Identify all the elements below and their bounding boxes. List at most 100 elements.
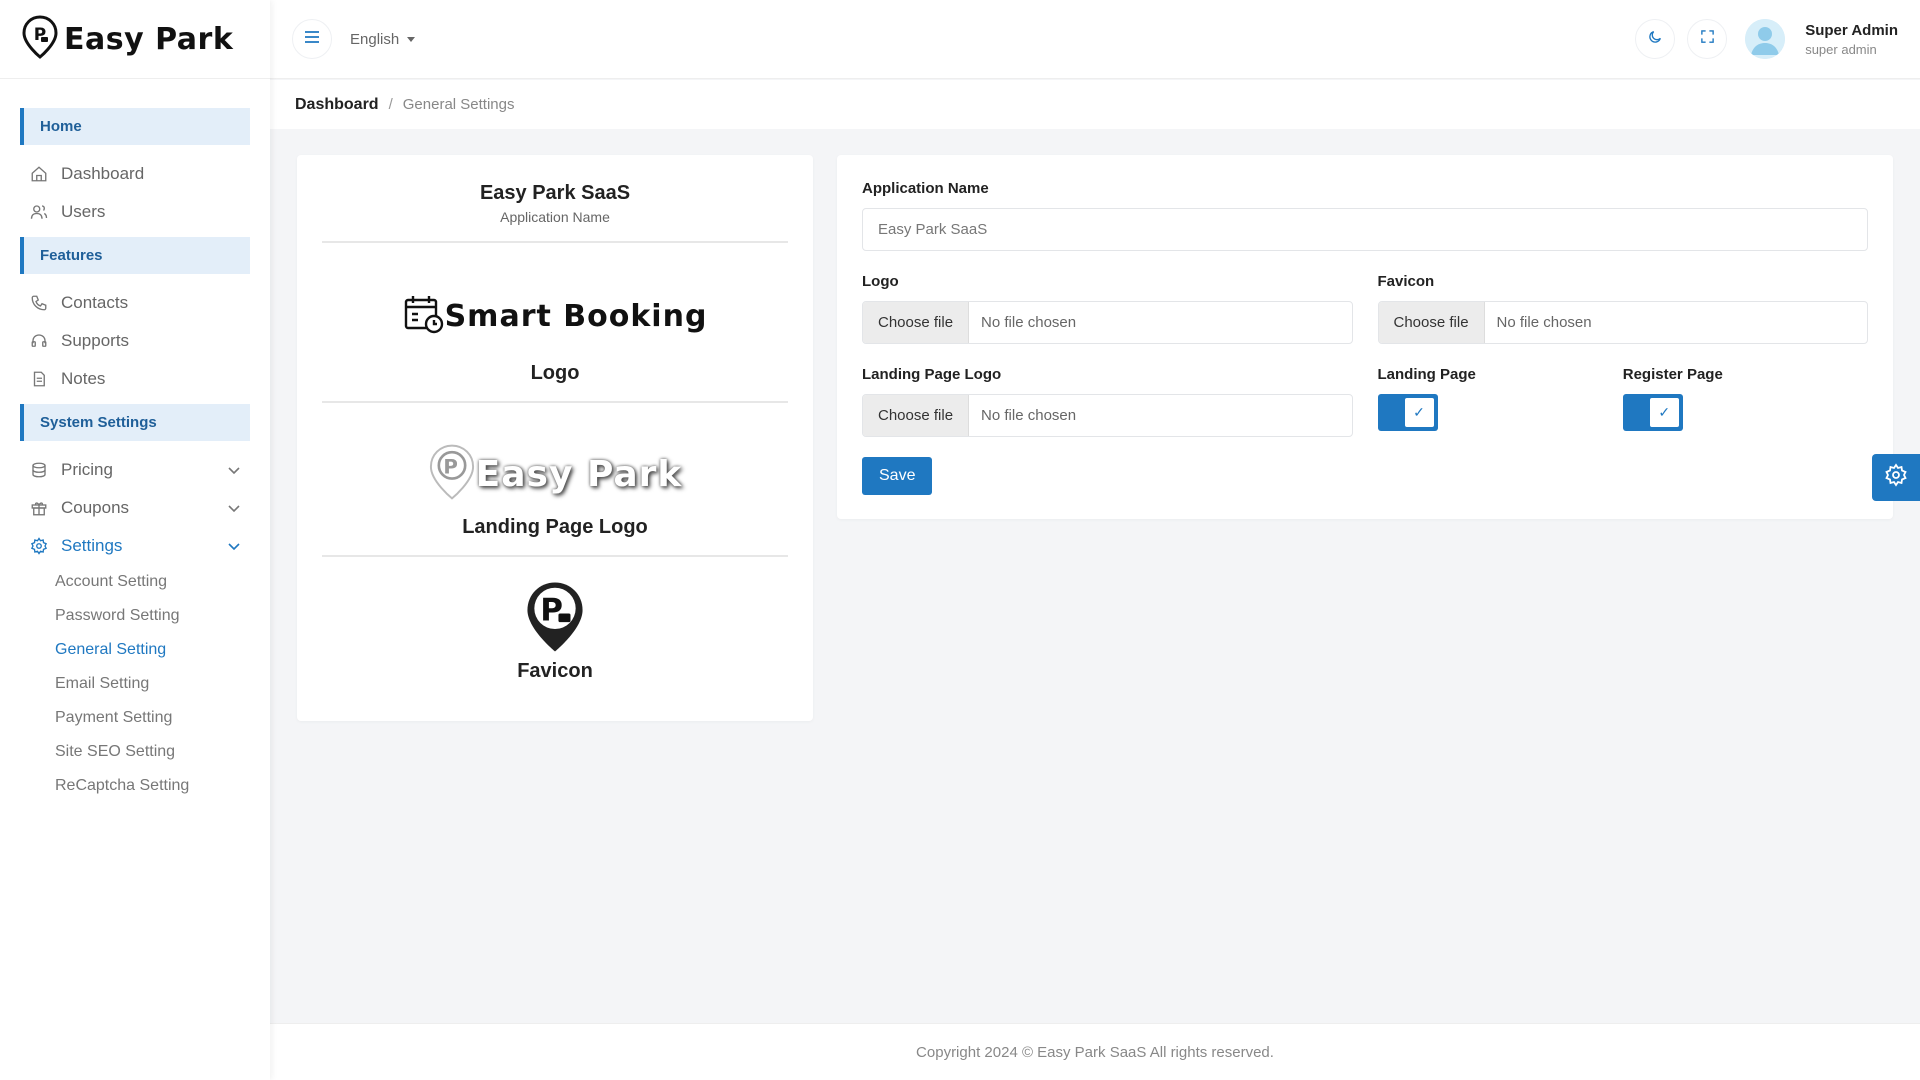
user-name: Super Admin [1805, 21, 1898, 39]
menu-toggle-button[interactable] [292, 19, 332, 59]
breadcrumb-separator: / [388, 96, 393, 113]
user-role: super admin [1805, 41, 1877, 57]
submenu-general-setting[interactable]: General Setting [55, 633, 270, 667]
submenu-site-seo-setting[interactable]: Site SEO Setting [55, 735, 270, 769]
sidebar-item-supports[interactable]: Supports [20, 322, 250, 360]
svg-text:P: P [443, 455, 458, 478]
save-button[interactable]: Save [862, 457, 933, 495]
sidebar-item-dashboard[interactable]: Dashboard [20, 155, 250, 193]
sidebar-item-label: Settings [61, 536, 123, 555]
sidebar-item-label: Contacts [61, 293, 129, 312]
check-icon: ✓ [1404, 398, 1434, 427]
phone-icon [29, 293, 49, 313]
register-page-toggle[interactable]: ✓ [1622, 394, 1683, 431]
section-system-settings: System Settings [20, 404, 250, 441]
language-label: English [350, 30, 400, 48]
favicon-label: Favicon [1377, 273, 1435, 290]
sidebar-item-pricing[interactable]: Pricing [20, 451, 250, 489]
landing-logo-text: Easy Park [475, 454, 683, 495]
database-icon [29, 460, 49, 480]
avatar[interactable] [1745, 19, 1786, 59]
preview-landing-logo-caption: Landing Page Logo [462, 516, 648, 538]
parking-pin-icon: P [428, 443, 476, 506]
choose-file-button[interactable]: Choose file [863, 302, 970, 343]
settings-submenu: Account Setting Password Setting General… [0, 565, 270, 803]
logo-label: Logo [862, 273, 899, 290]
submenu-password-setting[interactable]: Password Setting [55, 599, 270, 633]
submenu-email-setting[interactable]: Email Setting [55, 667, 270, 701]
register-page-label: Register Page [1622, 366, 1723, 383]
landing-page-toggle[interactable]: ✓ [1377, 394, 1438, 431]
sidebar-item-coupons[interactable]: Coupons [20, 489, 250, 527]
svg-text:P: P [540, 592, 563, 628]
hamburger-icon [304, 30, 320, 49]
sidebar-item-notes[interactable]: Notes [20, 360, 250, 398]
gear-icon [1884, 463, 1908, 492]
landing-logo-file-input[interactable]: Choose file No file chosen [862, 394, 1353, 437]
preview-favicon-caption: Favicon [517, 660, 593, 682]
submenu-account-setting[interactable]: Account Setting [55, 565, 270, 599]
chevron-down-icon [228, 460, 240, 480]
preview-logo-caption: Logo [530, 362, 580, 384]
caret-down-icon [407, 36, 416, 42]
sidebar-item-label: Notes [61, 369, 106, 388]
choose-file-button[interactable]: Choose file [1378, 302, 1485, 343]
sidebar-item-label: Dashboard [61, 164, 145, 183]
sidebar-item-settings[interactable]: Settings [20, 527, 250, 565]
gift-icon [29, 498, 49, 518]
file-status: No file chosen [1496, 314, 1592, 331]
users-icon [29, 202, 49, 222]
section-home: Home [20, 108, 250, 145]
brand[interactable]: P Easy Park [0, 0, 270, 79]
moon-icon [1647, 29, 1663, 50]
breadcrumb-current: General Settings [402, 96, 515, 113]
app-name-input[interactable]: Easy Park SaaS [862, 208, 1868, 251]
customizer-button[interactable] [1872, 454, 1920, 501]
dark-mode-button[interactable] [1635, 19, 1676, 59]
logo-text: Smart Booking [444, 299, 708, 334]
sidebar-item-users[interactable]: Users [20, 193, 250, 231]
sidebar: P Easy Park Home Dashboard Users Feature… [0, 0, 270, 1080]
language-select[interactable]: English [350, 30, 416, 48]
logo-file-input[interactable]: Choose file No file chosen [862, 301, 1353, 344]
settings-preview-card: Easy Park SaaS Application Name Smart Bo… [297, 155, 813, 721]
sidebar-item-label: Coupons [61, 498, 130, 517]
preview-favicon: P Favicon [322, 557, 788, 683]
topbar: English Super Admin super admin [270, 0, 1920, 79]
check-icon: ✓ [1649, 398, 1679, 427]
sidebar-item-label: Pricing [61, 460, 113, 479]
note-icon [29, 369, 49, 389]
preview-app-name-caption: Application Name [500, 209, 610, 225]
chevron-down-icon [228, 536, 240, 556]
file-status: No file chosen [981, 407, 1077, 424]
brand-name: Easy Park [64, 21, 234, 57]
gear-icon [29, 536, 49, 556]
breadcrumb: Dashboard / General Settings [270, 80, 1920, 129]
brand-logo-icon: P [22, 14, 58, 64]
fullscreen-icon [1700, 29, 1715, 49]
preview-landing-logo: P Easy Park Landing Page Logo [322, 403, 788, 539]
app-name-label: Application Name [862, 180, 989, 197]
breadcrumb-root[interactable]: Dashboard [295, 96, 379, 114]
landing-page-label: Landing Page [1377, 366, 1476, 383]
section-features: Features [20, 237, 250, 274]
fullscreen-button[interactable] [1687, 19, 1728, 59]
user-info[interactable]: Super Admin super admin [1805, 22, 1898, 57]
sidebar-item-contacts[interactable]: Contacts [20, 284, 250, 322]
chevron-down-icon [228, 498, 240, 518]
home-icon [29, 164, 49, 184]
file-status: No file chosen [981, 314, 1077, 331]
preview-app-name: Easy Park SaaS [479, 182, 631, 204]
general-settings-form: Application Name Easy Park SaaS Logo Cho… [837, 155, 1893, 519]
favicon-file-input[interactable]: Choose file No file chosen [1377, 301, 1868, 344]
headset-icon [29, 331, 49, 351]
favicon-parking-icon: P [524, 582, 586, 659]
landing-logo-label: Landing Page Logo [862, 366, 1002, 383]
choose-file-button[interactable]: Choose file [863, 395, 970, 436]
footer: Copyright 2024 © Easy Park SaaS All righ… [270, 1023, 1920, 1080]
submenu-payment-setting[interactable]: Payment Setting [55, 701, 270, 735]
sidebar-item-label: Supports [61, 331, 130, 350]
calendar-clock-icon [403, 293, 445, 340]
submenu-recaptcha-setting[interactable]: ReCaptcha Setting [55, 769, 270, 803]
preview-logo: Smart Booking Logo [322, 243, 788, 385]
